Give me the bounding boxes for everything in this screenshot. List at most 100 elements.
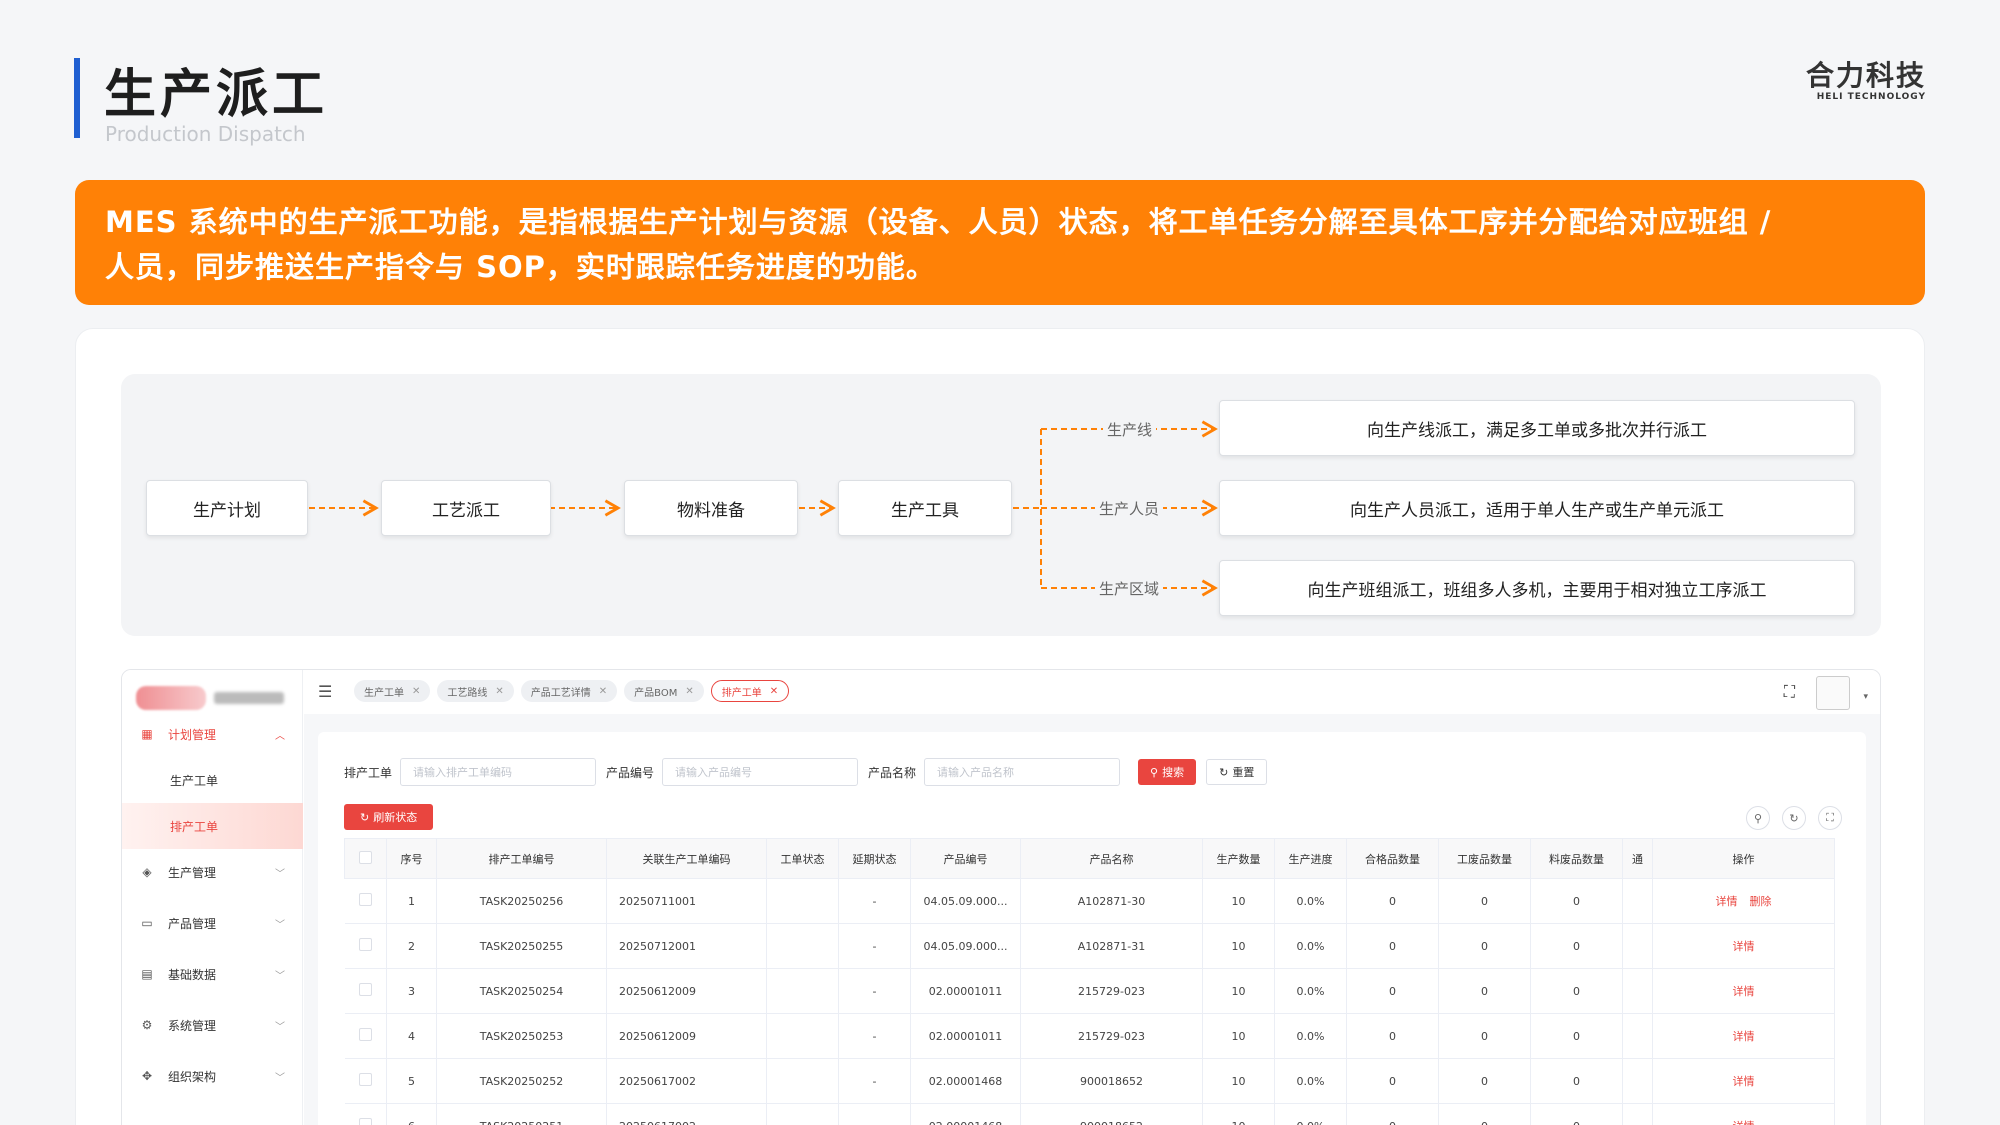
cell-extra xyxy=(1622,878,1653,924)
refresh-table-icon[interactable]: ↻ xyxy=(1782,806,1806,830)
sidebar-group-plan[interactable]: ▦ 计划管理 ︿ xyxy=(122,711,303,757)
header-cell: 产品名称 xyxy=(1020,838,1203,879)
sidebar-group-production[interactable]: ◈ 生产管理 ﹀ xyxy=(122,849,303,895)
detail-link[interactable]: 详情 xyxy=(1733,1075,1755,1088)
cell-scrap2: 0 xyxy=(1530,968,1623,1014)
layers-icon: ◈ xyxy=(142,865,152,879)
sidebar-group-label: 产品管理 xyxy=(168,916,217,931)
row-checkbox-cell[interactable] xyxy=(344,968,387,1014)
cell-code: 04.05.09.000... xyxy=(910,923,1021,969)
detail-link[interactable]: 详情 xyxy=(1733,1120,1755,1125)
delete-link[interactable]: 删除 xyxy=(1750,895,1772,908)
cell-order: 20250617002 xyxy=(606,1058,767,1104)
header-cell: 通 xyxy=(1622,838,1653,879)
select-all-checkbox[interactable] xyxy=(359,850,372,864)
tab-process-route[interactable]: 工艺路线 ✕ xyxy=(437,680,514,702)
row-checkbox-cell[interactable] xyxy=(344,923,387,969)
row-checkbox-cell[interactable] xyxy=(344,1013,387,1059)
row-checkbox-cell[interactable] xyxy=(344,878,387,924)
cell-order: 20250612009 xyxy=(606,1013,767,1059)
close-icon[interactable]: ✕ xyxy=(599,686,607,697)
flow-step-process-dispatch: 工艺派工 xyxy=(381,480,551,536)
cell-no: 6 xyxy=(386,1103,437,1125)
content-panel: 排产工单 产品编号 产品名称 ⚲搜索 ↻重置 ↻刷新状态 ⚲ ↻ ⛶ xyxy=(318,732,1866,1125)
reset-button[interactable]: ↻ 重置 xyxy=(1206,759,1268,785)
tab-product-bom[interactable]: 产品BOM ✕ xyxy=(624,680,704,702)
refresh-icon: ↻ xyxy=(1219,766,1229,779)
table-body: 1 TASK20250256 20250711001-04.05.09.000...… xyxy=(344,878,1835,1125)
row-checkbox[interactable] xyxy=(358,938,372,951)
table-row[interactable]: 4 TASK20250253 20250612009 -02.00001011 2157… xyxy=(344,1013,1835,1059)
caret-down-icon[interactable]: ▾ xyxy=(1863,692,1868,702)
page-title: 生产派工 xyxy=(104,65,329,125)
column-settings-icon[interactable]: ⛶ xyxy=(1818,806,1842,830)
close-icon[interactable]: ✕ xyxy=(412,686,420,697)
fullscreen-icon[interactable]: ⛶ xyxy=(1784,682,1795,702)
search-toggle-icon[interactable]: ⚲ xyxy=(1746,806,1770,830)
detail-link[interactable]: 详情 xyxy=(1733,1030,1755,1043)
header-checkbox[interactable] xyxy=(344,838,387,879)
cell-actions: 详情 xyxy=(1652,1058,1835,1104)
sidebar-item-production-order[interactable]: 生产工单 xyxy=(122,757,303,803)
scheduled-order-input[interactable] xyxy=(400,758,597,786)
row-checkbox[interactable] xyxy=(358,983,372,996)
cell-qty: 10 xyxy=(1202,1103,1275,1125)
product-code-input[interactable] xyxy=(662,758,859,786)
refresh-icon: ↻ xyxy=(360,811,370,824)
cell-no: 5 xyxy=(386,1058,437,1104)
close-icon[interactable]: ✕ xyxy=(770,686,778,697)
row-checkbox-cell[interactable] xyxy=(344,1103,387,1125)
cell-delay: - xyxy=(838,1058,911,1104)
cell-no: 1 xyxy=(386,878,437,924)
chevron-down-icon: ﹀ xyxy=(275,868,285,880)
table-row[interactable]: 2 TASK20250255 20250712001 -04.05.09.000...… xyxy=(344,923,1835,969)
cell-no: 2 xyxy=(386,923,437,969)
cell-task: TASK20250255 xyxy=(436,923,607,969)
cell-status xyxy=(766,1058,839,1104)
sidebar-group-system[interactable]: ⚙ 系统管理 ﹀ xyxy=(122,1002,303,1048)
close-icon[interactable]: ✕ xyxy=(495,686,503,697)
cell-actions: 详情 删除 xyxy=(1652,878,1835,924)
tab-label: 产品工艺详情 xyxy=(530,687,591,699)
banner-line-1: MES 系统中的生产派工功能，是指根据生产计划与资源（设备、人员）状态，将工单任… xyxy=(105,205,1772,239)
header-cell: 排产工单编号 xyxy=(436,838,607,879)
cell-code: 02.00001011 xyxy=(910,968,1021,1014)
row-checkbox[interactable] xyxy=(358,1118,372,1125)
close-icon[interactable]: ✕ xyxy=(685,686,693,697)
table-row[interactable]: 6TASK2025025120250617002 -02.000014689000… xyxy=(344,1103,1835,1125)
table-row[interactable]: 3 TASK20250254 20250612009 -02.00001011 2157… xyxy=(344,968,1835,1014)
row-checkbox-cell[interactable] xyxy=(344,1058,387,1104)
row-checkbox[interactable] xyxy=(358,893,372,906)
cell-progress: 0.0% xyxy=(1274,923,1347,969)
detail-link[interactable]: 详情 xyxy=(1733,985,1755,998)
row-checkbox[interactable] xyxy=(358,1028,372,1041)
table-row[interactable]: 5 TASK20250252 20250617002 -02.00001468 9000… xyxy=(344,1058,1835,1104)
sidebar-group-label: 基础数据 xyxy=(168,967,217,982)
tab-scheduled-order[interactable]: 排产工单 ✕ xyxy=(710,680,790,702)
tab-product-process-detail[interactable]: 产品工艺详情 ✕ xyxy=(520,680,618,702)
detail-link[interactable]: 详情 xyxy=(1716,895,1738,908)
avatar[interactable] xyxy=(1816,676,1850,710)
cell-scrap1: 0 xyxy=(1438,1013,1531,1059)
cell-extra xyxy=(1622,1013,1653,1059)
sidebar-group-product[interactable]: ▭ 产品管理 ﹀ xyxy=(122,900,303,946)
cell-delay: - xyxy=(838,923,911,969)
search-button[interactable]: ⚲ 搜索 xyxy=(1138,759,1197,785)
sidebar-group-basic-data[interactable]: ▤ 基础数据 ﹀ xyxy=(122,951,303,997)
tab-production-order[interactable]: 生产工单 ✕ xyxy=(354,680,431,702)
cell-extra xyxy=(1622,923,1653,969)
product-name-input[interactable] xyxy=(924,758,1121,786)
box-icon: ▭ xyxy=(141,916,153,930)
row-checkbox[interactable] xyxy=(358,1073,372,1086)
detail-link[interactable]: 详情 xyxy=(1733,940,1755,953)
sidebar-item-scheduled-order[interactable]: 排产工单 xyxy=(122,803,303,849)
cell-actions: 详情 xyxy=(1652,1013,1835,1059)
table-row[interactable]: 1 TASK20250256 20250711001 -04.05.09.000...… xyxy=(344,878,1835,924)
cell-task: TASK20250256 xyxy=(436,878,607,924)
header-cell: 料废品数量 xyxy=(1530,838,1623,879)
reset-button-label: 重置 xyxy=(1232,767,1255,779)
refresh-status-button[interactable]: ↻ 刷新状态 xyxy=(344,804,434,830)
sidebar-group-org[interactable]: ✥ 组织架构 ﹀ xyxy=(122,1053,303,1099)
filter-bar: 排产工单 产品编号 产品名称 ⚲搜索 ↻重置 xyxy=(344,758,1268,786)
menu-toggle-icon[interactable]: ☰ xyxy=(318,682,332,701)
